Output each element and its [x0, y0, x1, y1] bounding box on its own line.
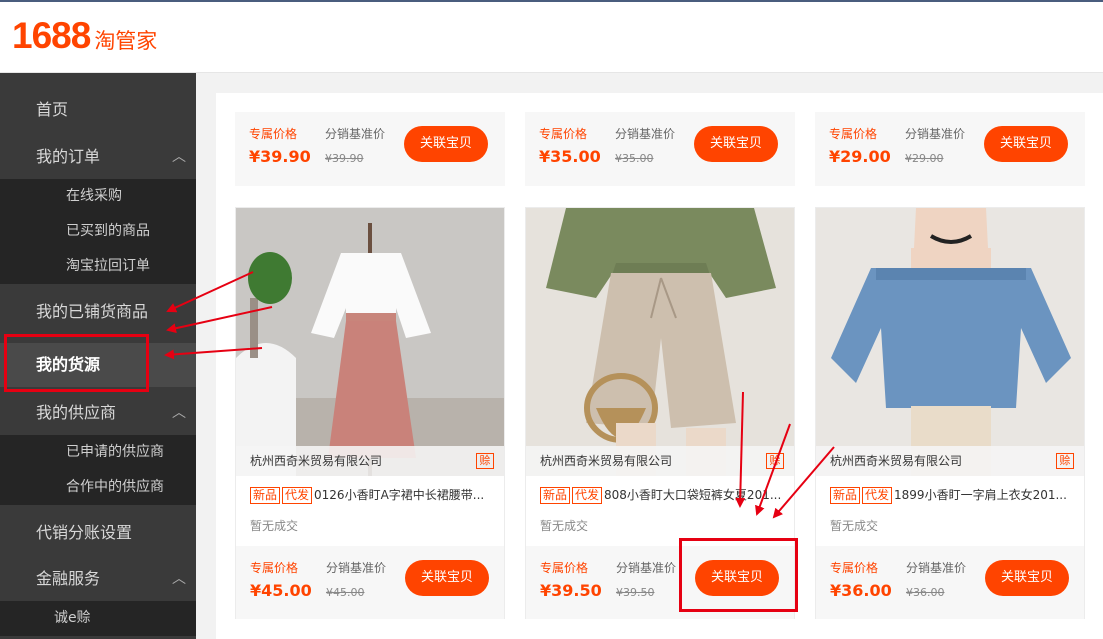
- price-card: 专属价格 ¥35.00 分销基准价 ¥35.00 关联宝贝: [525, 112, 795, 186]
- product-title[interactable]: 新品 代发 1899小香盯一字肩上衣女201...: [830, 486, 1080, 504]
- product-title[interactable]: 新品 代发 808小香盯大口袋短裤女夏201...: [540, 486, 790, 504]
- base-price-label: 分销基准价: [326, 561, 387, 575]
- sidebar-item-finance[interactable]: 金融服务 ︿: [0, 557, 196, 601]
- exclusive-price-value: ¥36.00: [830, 581, 892, 600]
- shop-name-text: 杭州西奇米贸易有限公司: [540, 454, 673, 468]
- base-price-label: 分销基准价: [906, 561, 967, 575]
- product-title[interactable]: 新品 代发 0126小香盯A字裙中长裙腰带...: [250, 486, 500, 504]
- exclusive-price-value: ¥29.00: [829, 147, 891, 166]
- sidebar-subitem-applied-suppliers[interactable]: 已申请的供应商: [0, 435, 196, 470]
- sales-status: 暂无成交: [830, 519, 879, 533]
- exclusive-price-value: ¥45.00: [250, 581, 312, 600]
- shop-name[interactable]: 杭州西奇米贸易有限公司 赊: [526, 446, 794, 476]
- new-tag: 新品: [250, 487, 281, 504]
- shop-name-text: 杭州西奇米贸易有限公司: [830, 454, 963, 468]
- sidebar-subitem-bought-items[interactable]: 已买到的商品: [0, 214, 196, 249]
- annotation-box-sources: [4, 334, 149, 392]
- sidebar-item-label: 我的已铺货商品: [36, 302, 149, 321]
- base-price-label: 分销基准价: [325, 127, 386, 141]
- sidebar-subitem-taobao-orders[interactable]: 淘宝拉回订单: [0, 249, 196, 284]
- annotation-box-link-button: [679, 538, 798, 612]
- exclusive-price-label: 专属价格: [539, 127, 588, 141]
- chevron-up-icon: ︿: [172, 405, 186, 421]
- product-card: 杭州西奇米贸易有限公司 赊 新品 代发 0126小香盯A字裙中长裙腰带... 暂无成交…: [235, 207, 505, 619]
- shop-name[interactable]: 杭州西奇米贸易有限公司 赊: [816, 446, 1084, 476]
- shop-name[interactable]: 杭州西奇米贸易有限公司 赊: [236, 446, 504, 476]
- base-price-label: 分销基准价: [615, 127, 676, 141]
- new-tag: 新品: [830, 487, 861, 504]
- product-image-skirt[interactable]: [236, 208, 504, 476]
- link-item-button[interactable]: 关联宝贝: [985, 560, 1069, 596]
- sales-status: 暂无成交: [250, 519, 299, 533]
- product-card: 杭州西奇米贸易有限公司 赊 新品 代发 1899小香盯一字肩上衣女201... 暂无成…: [815, 207, 1085, 619]
- insurance-badge: 赊: [1056, 453, 1074, 469]
- logo-text: 淘管家: [94, 29, 158, 53]
- sidebar-subitem-credit[interactable]: 诚e赊: [0, 601, 196, 636]
- sidebar-item-label: 首页: [36, 100, 69, 119]
- finance-submenu: 诚e赊: [0, 601, 196, 636]
- exclusive-price-value: ¥39.50: [540, 581, 602, 600]
- exclusive-price-value: ¥35.00: [539, 147, 601, 166]
- link-item-button[interactable]: 关联宝贝: [405, 560, 489, 596]
- link-item-button[interactable]: 关联宝贝: [404, 126, 488, 162]
- sidebar-item-split-settings[interactable]: 代销分账设置: [0, 511, 196, 555]
- link-item-button[interactable]: 关联宝贝: [694, 126, 778, 162]
- sidebar-subitem-cooperating-suppliers[interactable]: 合作中的供应商: [0, 470, 196, 505]
- chevron-up-icon: ︿: [172, 149, 186, 165]
- suppliers-submenu: 已申请的供应商 合作中的供应商: [0, 435, 196, 505]
- sidebar-item-label: 我的供应商: [36, 403, 117, 422]
- price-card: 专属价格 ¥29.00 分销基准价 ¥29.00 关联宝贝: [815, 112, 1085, 186]
- sidebar-item-label: 代销分账设置: [36, 523, 133, 542]
- base-price-label: 分销基准价: [616, 561, 677, 575]
- base-price-value: ¥45.00: [326, 586, 365, 599]
- price-card: 专属价格 ¥39.90 分销基准价 ¥39.90 关联宝贝: [235, 112, 505, 186]
- insurance-badge: 赊: [766, 453, 784, 469]
- sidebar-item-label: 金融服务: [36, 569, 101, 588]
- base-price-value: ¥39.90: [325, 152, 364, 165]
- link-item-button[interactable]: 关联宝贝: [984, 126, 1068, 162]
- dropship-tag: 代发: [282, 487, 313, 504]
- orders-submenu: 在线采购 已买到的商品 淘宝拉回订单: [0, 179, 196, 284]
- product-title-text: 1899小香盯一字肩上衣女201...: [894, 488, 1067, 502]
- exclusive-price-label: 专属价格: [540, 561, 589, 575]
- new-tag: 新品: [540, 487, 571, 504]
- sidebar-item-home[interactable]: 首页: [0, 88, 196, 132]
- exclusive-price-label: 专属价格: [829, 127, 878, 141]
- exclusive-price-label: 专属价格: [830, 561, 879, 575]
- logo[interactable]: 1688 淘管家: [12, 15, 157, 57]
- product-title-text: 0126小香盯A字裙中长裙腰带...: [314, 488, 485, 502]
- price-footer: 专属价格 ¥45.00 分销基准价 ¥45.00 关联宝贝: [236, 546, 504, 619]
- base-price-value: ¥35.00: [615, 152, 654, 165]
- exclusive-price-value: ¥39.90: [249, 147, 311, 166]
- sales-status: 暂无成交: [540, 519, 589, 533]
- base-price-label: 分销基准价: [905, 127, 966, 141]
- logo-number: 1688: [12, 15, 91, 56]
- product-image-shorts[interactable]: [526, 208, 794, 476]
- shop-name-text: 杭州西奇米贸易有限公司: [250, 454, 383, 468]
- exclusive-price-label: 专属价格: [249, 127, 298, 141]
- insurance-badge: 赊: [476, 453, 494, 469]
- product-image-top[interactable]: [816, 208, 1084, 476]
- base-price-value: ¥29.00: [905, 152, 944, 165]
- sidebar-item-orders[interactable]: 我的订单 ︿: [0, 135, 196, 179]
- product-title-text: 808小香盯大口袋短裤女夏201...: [604, 488, 782, 502]
- dropship-tag: 代发: [862, 487, 893, 504]
- dropship-tag: 代发: [572, 487, 603, 504]
- base-price-value: ¥36.00: [906, 586, 945, 599]
- sidebar-item-suppliers[interactable]: 我的供应商 ︿: [0, 391, 196, 435]
- app-header: 1688 淘管家: [0, 2, 1103, 73]
- sidebar-subitem-online-purchase[interactable]: 在线采购: [0, 179, 196, 214]
- base-price-value: ¥39.50: [616, 586, 655, 599]
- sidebar-item-distributed[interactable]: 我的已铺货商品: [0, 290, 196, 334]
- exclusive-price-label: 专属价格: [250, 561, 299, 575]
- price-footer: 专属价格 ¥36.00 分销基准价 ¥36.00 关联宝贝: [816, 546, 1084, 619]
- sidebar-item-label: 我的订单: [36, 147, 101, 166]
- chevron-up-icon: ︿: [172, 571, 186, 587]
